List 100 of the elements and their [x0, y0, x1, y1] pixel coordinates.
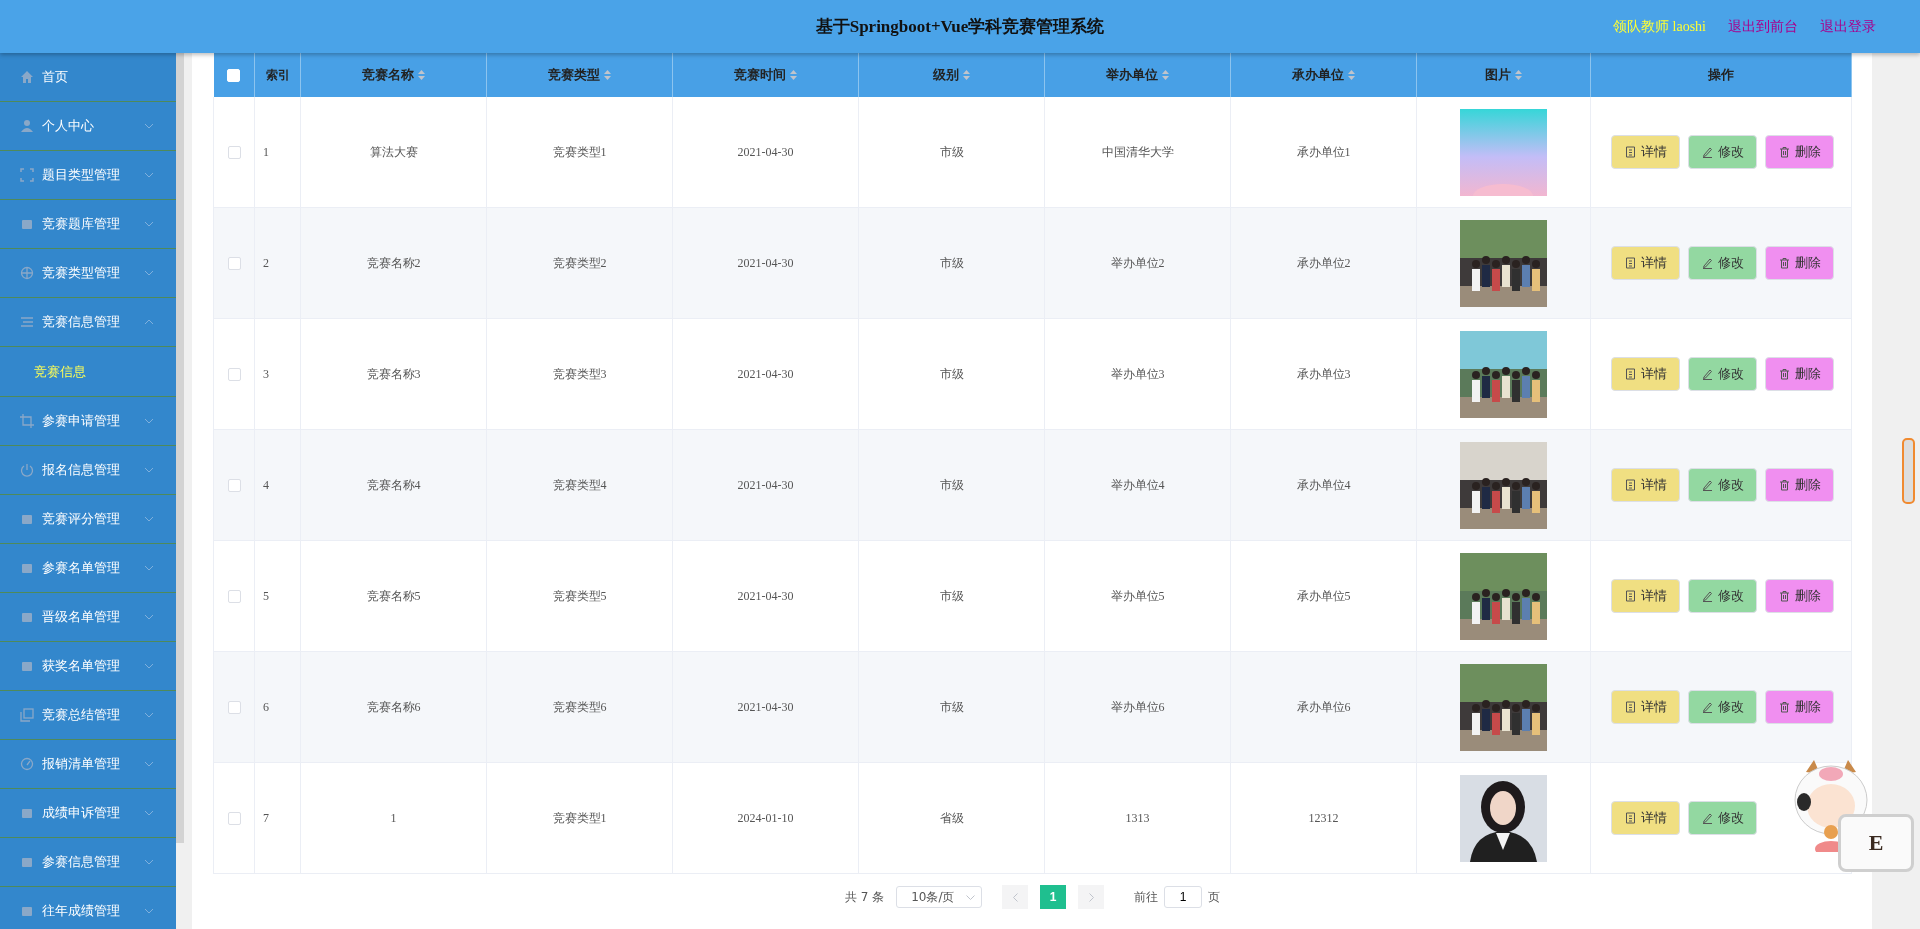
row-checkbox[interactable]	[227, 812, 241, 826]
total-count: 共 7 条	[844, 888, 885, 906]
action-button[interactable]: 删除	[1765, 468, 1834, 502]
action-button[interactable]: 详情	[1611, 357, 1680, 391]
table-cell: 竞赛类型4	[552, 477, 607, 492]
action-button[interactable]: 删除	[1765, 690, 1834, 724]
action-button[interactable]: 删除	[1765, 246, 1834, 280]
lines-icon	[20, 315, 34, 329]
table-cell: 承办单位4	[1296, 477, 1351, 492]
table-cell: 7	[263, 810, 269, 825]
row-checkbox[interactable]	[227, 479, 241, 493]
table-cell: 中国清华大学	[1101, 144, 1174, 159]
column-header[interactable]: 图片	[1416, 53, 1591, 97]
document-icon	[1624, 812, 1636, 824]
action-button[interactable]: 修改	[1688, 579, 1757, 613]
column-header[interactable]: 竞赛时间	[672, 53, 859, 97]
column-header[interactable]: 竞赛类型	[486, 53, 673, 97]
table-cell: 2021-04-30	[737, 366, 794, 381]
table-cell: 市级	[939, 144, 964, 159]
row-checkbox[interactable]	[227, 146, 241, 160]
action-button[interactable]: 删除	[1765, 135, 1834, 169]
pencil-icon	[1701, 368, 1713, 380]
sidebar-item[interactable]: 参赛信息管理	[0, 838, 176, 887]
page-size-select[interactable]: 10条/页	[896, 886, 983, 908]
table-cell: 举办单位4	[1110, 477, 1165, 492]
table-cell: 1	[390, 810, 397, 825]
table-cell: 5	[263, 588, 269, 603]
table-cell: 2021-04-30	[737, 477, 794, 492]
home-icon	[20, 70, 34, 84]
page-input[interactable]: 1	[1164, 886, 1203, 908]
column-header[interactable]: 举办单位	[1044, 53, 1231, 97]
action-button[interactable]: 修改	[1688, 801, 1757, 835]
row-checkbox[interactable]	[227, 257, 241, 271]
column-header[interactable]: 操作	[1590, 53, 1852, 97]
row-checkbox[interactable]	[227, 368, 241, 382]
table-cell: 2	[263, 255, 269, 270]
table-cell: 6	[263, 699, 269, 714]
prev-page-button[interactable]	[1002, 885, 1029, 909]
page-unit-label: 页	[1208, 888, 1221, 906]
row-checkbox[interactable]	[227, 590, 241, 604]
action-button[interactable]: 修改	[1688, 246, 1757, 280]
action-button[interactable]: 修改	[1688, 135, 1757, 169]
action-button[interactable]: 删除	[1765, 579, 1834, 613]
document-icon	[1624, 701, 1636, 713]
sort-icon	[963, 70, 970, 80]
pencil-icon	[1701, 257, 1713, 269]
table-cell: 算法大赛	[369, 144, 418, 159]
target-icon	[20, 266, 34, 280]
table-cell: 举办单位5	[1110, 588, 1165, 603]
copy-icon	[20, 708, 34, 722]
gauge-icon	[20, 757, 34, 771]
frame-icon	[20, 168, 34, 182]
table-cell: 3	[263, 366, 269, 381]
sort-icon	[790, 70, 797, 80]
sidebar-scrollbar[interactable]	[176, 53, 184, 843]
table-cell: 市级	[939, 366, 964, 381]
mascot-badge: E	[1838, 814, 1914, 872]
table-cell: 2021-04-30	[737, 699, 794, 714]
column-header[interactable]: 承办单位	[1230, 53, 1417, 97]
table-cell: 市级	[939, 477, 964, 492]
table-cell: 竞赛类型1	[552, 144, 607, 159]
pencil-icon	[1701, 146, 1713, 158]
action-button[interactable]: 详情	[1611, 801, 1680, 835]
column-header[interactable]: 索引	[254, 53, 301, 97]
pencil-icon	[1701, 479, 1713, 491]
table-cell: 竞赛类型5	[552, 588, 607, 603]
sort-icon	[418, 70, 425, 80]
trash-icon	[1778, 146, 1790, 158]
table-cell: 1	[263, 144, 269, 159]
action-button[interactable]: 详情	[1611, 246, 1680, 280]
action-button[interactable]: 修改	[1688, 357, 1757, 391]
table-cell: 举办单位3	[1110, 366, 1165, 381]
select-all-checkbox[interactable]	[227, 69, 241, 83]
trash-icon	[1778, 368, 1790, 380]
action-button[interactable]: 详情	[1611, 579, 1680, 613]
pencil-icon	[1701, 590, 1713, 602]
column-header[interactable]: 竞赛名称	[300, 53, 487, 97]
action-button[interactable]: 详情	[1611, 135, 1680, 169]
document-icon	[1624, 368, 1636, 380]
action-button[interactable]: 修改	[1688, 468, 1757, 502]
chevron-right-icon	[1088, 892, 1094, 902]
user-label: 领队教师 laoshi	[1613, 17, 1706, 36]
app-title: 基于Springboot+Vue学科竞赛管理系统	[815, 16, 1105, 38]
sidebar-item[interactable]: 往年成绩管理	[0, 887, 176, 929]
sort-icon	[1162, 70, 1169, 80]
action-button[interactable]: 详情	[1611, 690, 1680, 724]
action-button[interactable]: 修改	[1688, 690, 1757, 724]
next-page-button[interactable]	[1078, 885, 1105, 909]
document-icon	[1624, 146, 1636, 158]
table-cell: 省级	[939, 810, 964, 825]
action-button[interactable]: 详情	[1611, 468, 1680, 502]
column-header[interactable]: 级别	[858, 53, 1045, 97]
table-cell: 竞赛名称3	[366, 366, 421, 381]
row-checkbox[interactable]	[227, 701, 241, 715]
trash-icon	[1778, 257, 1790, 269]
table-cell: 竞赛类型1	[552, 810, 607, 825]
table-cell: 2021-04-30	[737, 255, 794, 270]
action-button[interactable]: 删除	[1765, 357, 1834, 391]
table-cell: 市级	[939, 255, 964, 270]
table-cell: 承办单位5	[1296, 588, 1351, 603]
